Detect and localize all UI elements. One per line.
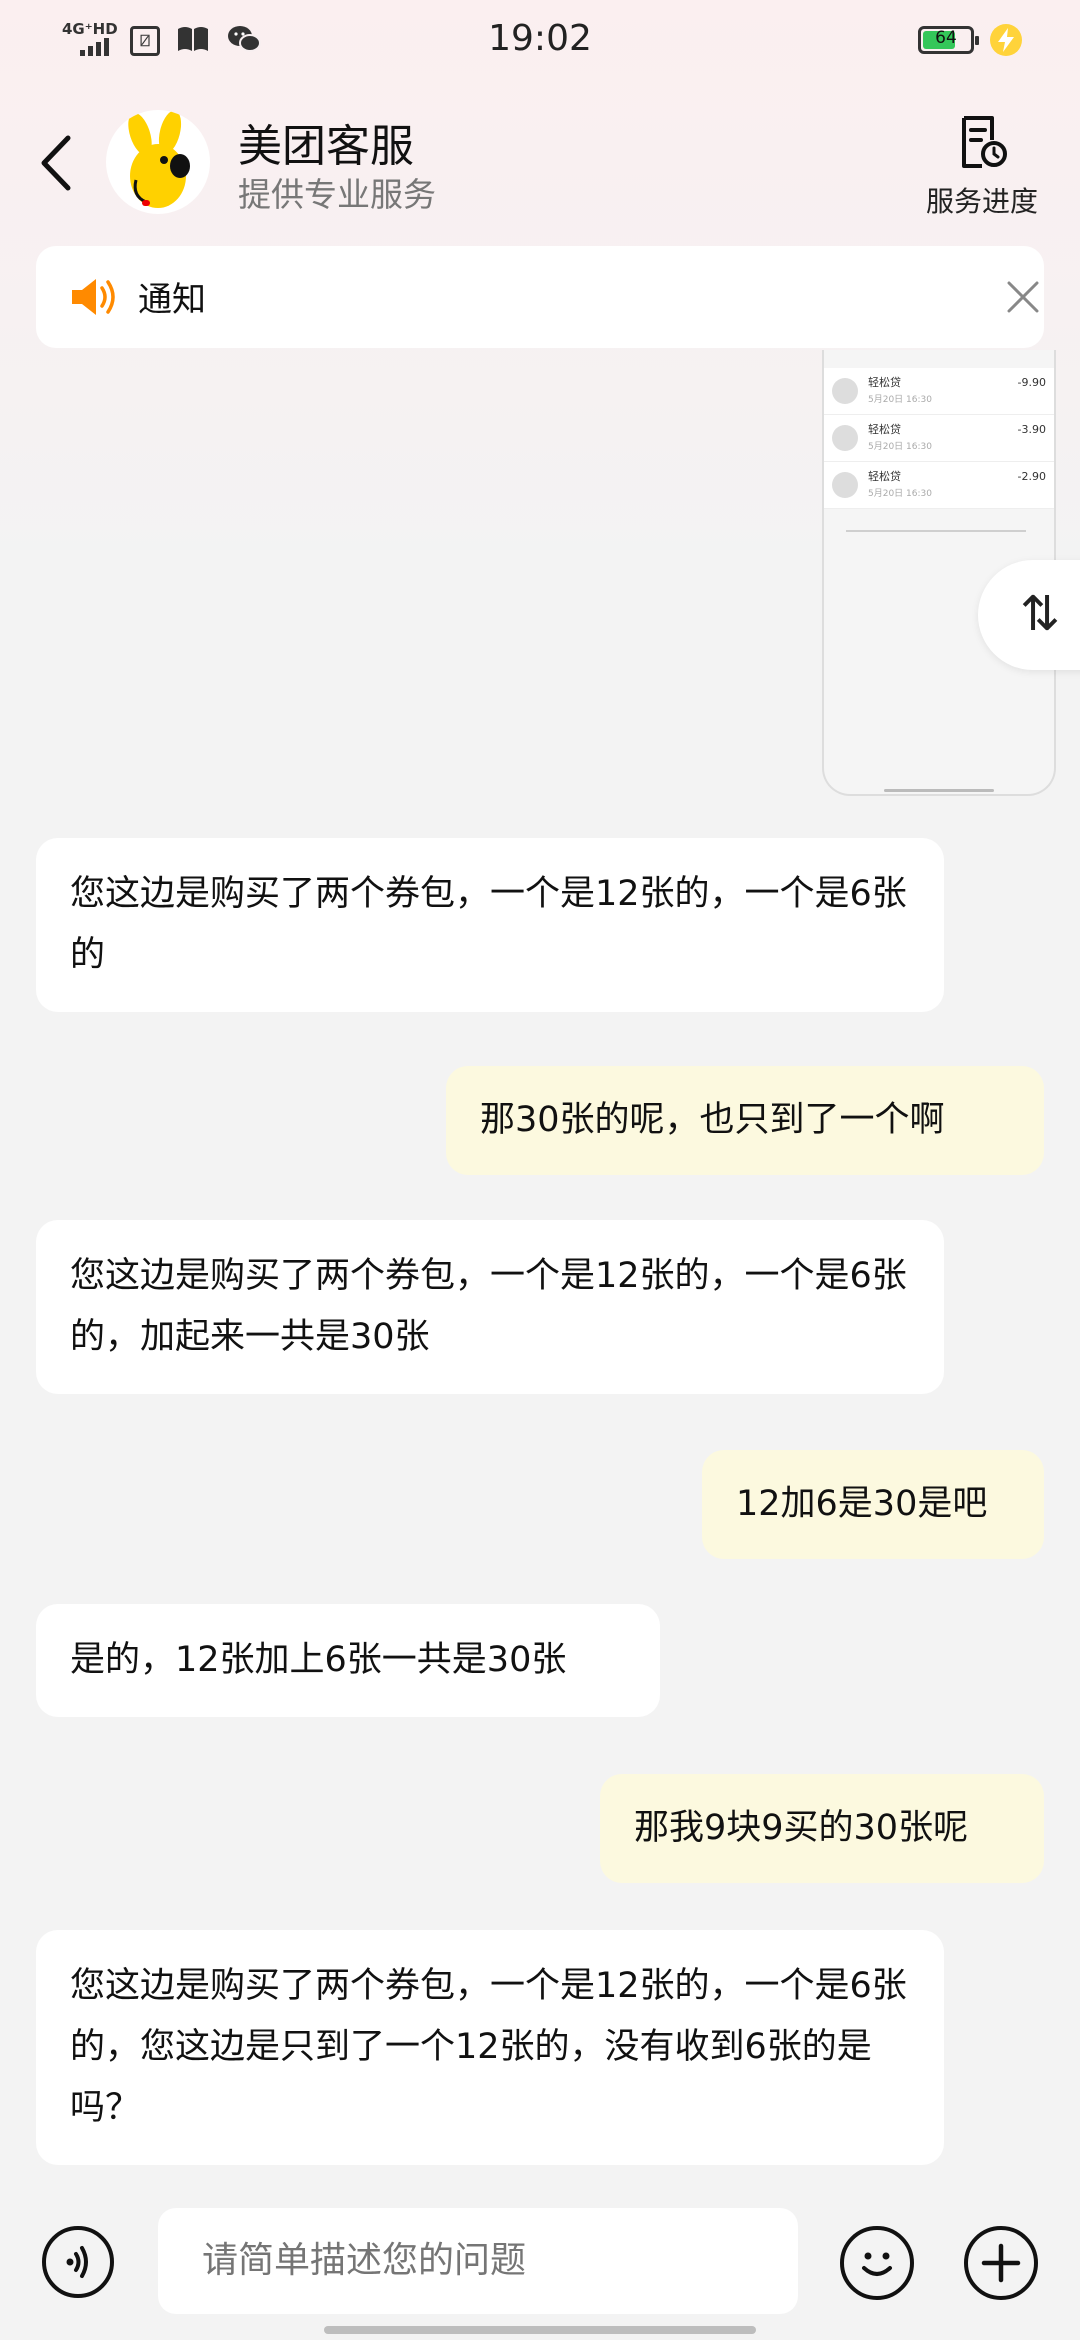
- document-clock-icon: [962, 116, 1007, 168]
- home-indicator[interactable]: [324, 2326, 756, 2334]
- close-icon[interactable]: [1006, 280, 1040, 314]
- charging-icon: [990, 24, 1022, 56]
- smiley-icon: [862, 2252, 892, 2276]
- sound-wave-icon: [66, 2246, 88, 2278]
- message-input[interactable]: [158, 2208, 798, 2314]
- notice-label: 通知: [138, 280, 206, 320]
- message-bubble-user: 那30张的呢，也只到了一个啊: [446, 1066, 1044, 1175]
- service-progress-label: 服务进度: [925, 185, 1038, 218]
- composer-bar: [0, 2184, 1080, 2340]
- list-item: 轻松贷 5月20日 16:30 -9.90: [824, 368, 1054, 415]
- emoji-button[interactable]: [840, 2226, 914, 2300]
- message-bubble-agent: 是的，12张加上6张一共是30张: [36, 1604, 660, 1717]
- status-bar: 4G⁺HD ⍁ 19:02 64: [0, 0, 1080, 84]
- back-button[interactable]: [34, 128, 78, 198]
- message-bubble-agent: 您这边是购买了两个券包，一个是12张的，一个是6张的，您这边是只到了一个12张的…: [36, 1930, 944, 2165]
- avatar[interactable]: [106, 110, 210, 214]
- chat-header: 美团客服 提供专业服务 服务进度: [0, 84, 1080, 244]
- sort-arrows-icon: ⇅: [1020, 586, 1061, 642]
- notice-bar[interactable]: 通知: [36, 246, 1044, 348]
- list-item: 轻松贷 5月20日 16:30 -2.90: [824, 462, 1054, 509]
- voice-input-button[interactable]: [42, 2226, 114, 2298]
- page-title: 美团客服: [238, 121, 414, 172]
- speaker-icon: [70, 276, 118, 322]
- plus-icon: [981, 2243, 1021, 2283]
- chevron-left-icon: [41, 135, 71, 191]
- battery-percent: 64: [935, 28, 957, 48]
- page-subtitle: 提供专业服务: [238, 175, 436, 214]
- scroll-toggle-button[interactable]: ⇅: [978, 560, 1080, 670]
- thumbnail-home-indicator: [884, 789, 994, 792]
- more-options-button[interactable]: [964, 2226, 1038, 2300]
- message-bubble-agent: 您这边是购买了两个券包，一个是12张的，一个是6张的，加起来一共是30张: [36, 1220, 944, 1394]
- service-progress-button[interactable]: 服务进度: [912, 114, 1052, 224]
- battery-icon: 64: [918, 26, 979, 54]
- message-bubble-user: 12加6是30是吧: [702, 1450, 1044, 1559]
- thumbnail-footer: [846, 530, 1026, 532]
- message-bubble-agent: 您这边是购买了两个券包，一个是12张的，一个是6张的: [36, 838, 944, 1012]
- thumbnail-transaction-list: 轻松贷 5月20日 16:30 -9.90 轻松贷 5月20日 16:30 -3…: [824, 368, 1054, 509]
- message-bubble-user: 那我9块9买的30张呢: [600, 1774, 1044, 1883]
- list-item: 轻松贷 5月20日 16:30 -3.90: [824, 415, 1054, 462]
- kangaroo-mascot-icon: [128, 110, 190, 208]
